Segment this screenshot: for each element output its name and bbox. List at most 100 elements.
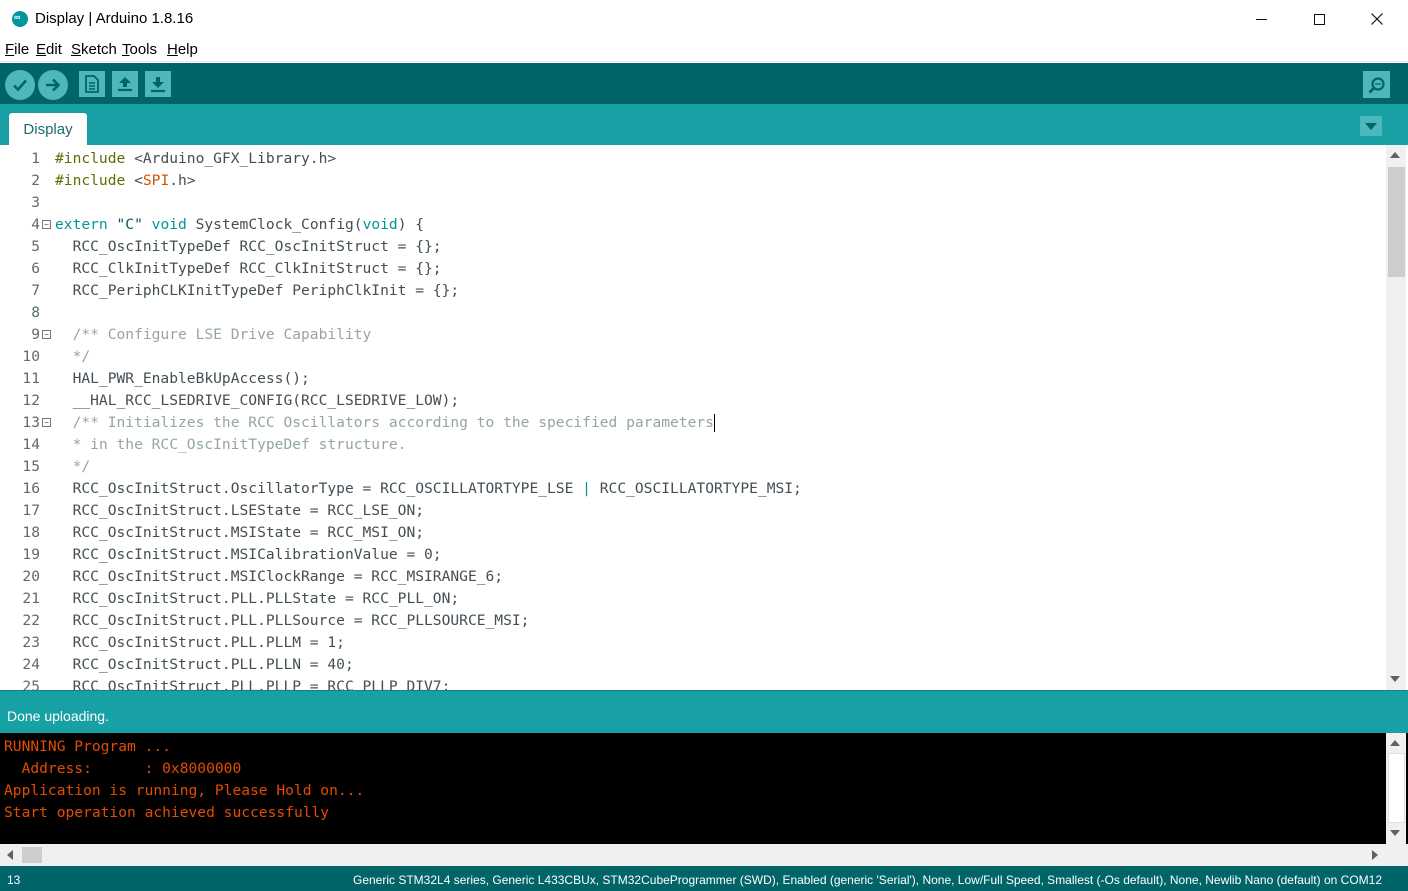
code-line[interactable]: RCC_OscInitStruct.OscillatorType = RCC_O… xyxy=(55,478,802,500)
line-number: 17 xyxy=(22,502,40,519)
code-token: RCC_OscInitStruct.PLL.PLLM = 1; xyxy=(55,634,345,651)
code-line[interactable]: * in the RCC_OscInitTypeDef structure. xyxy=(55,434,407,456)
serial-monitor-button[interactable] xyxy=(1363,71,1390,98)
close-icon xyxy=(1371,13,1383,25)
status-bar: Done uploading. xyxy=(0,690,1408,733)
verify-button[interactable] xyxy=(5,70,35,100)
text-caret xyxy=(713,414,715,432)
scroll-up-icon[interactable] xyxy=(1390,152,1400,158)
code-line[interactable]: /** Configure LSE Drive Capability xyxy=(55,324,372,346)
footer-bar: 13 Generic STM32L4 series, Generic L433C… xyxy=(0,866,1408,891)
close-button[interactable] xyxy=(1348,0,1406,38)
line-number: 21 xyxy=(22,590,40,607)
console-output[interactable]: RUNNING Program ... Address: : 0x8000000… xyxy=(0,733,1408,844)
code-line[interactable]: RCC_PeriphCLKInitTypeDef PeriphClkInit =… xyxy=(55,280,460,302)
code-token: void xyxy=(362,216,398,233)
line-number: 7 xyxy=(31,282,40,299)
code-line[interactable]: #include <SPI.h> xyxy=(55,170,196,192)
board-info: Generic STM32L4 series, Generic L433CBUx… xyxy=(352,873,1382,887)
tab-bar: Display xyxy=(0,104,1408,145)
code-token: RCC_OscInitStruct.PLL.PLLN = 40; xyxy=(55,656,354,673)
line-number-gutter: 1 2 3 4−5 6 7 8 9−10 11 12 13−14 15 16 17 18 19 20 21 22 23… xyxy=(0,145,54,690)
code-line[interactable]: RCC_OscInitStruct.PLL.PLLState = RCC_PLL… xyxy=(55,588,460,610)
code-token: #include xyxy=(55,172,126,189)
line-number: 25 xyxy=(22,678,40,690)
line-number: 8 xyxy=(31,304,40,321)
line-number: 14 xyxy=(22,436,40,453)
code-line[interactable]: RCC_OscInitStruct.PLL.PLLN = 40; xyxy=(55,654,354,676)
menu-file[interactable]: File xyxy=(5,41,29,58)
code-line[interactable]: RCC_OscInitStruct.PLL.PLLM = 1; xyxy=(55,632,345,654)
code-line[interactable]: extern "C" void SystemClock_Config(void)… xyxy=(55,214,424,236)
console-scroll-thumb[interactable] xyxy=(1388,753,1405,823)
code-editor[interactable]: 1 2 3 4−5 6 7 8 9−10 11 12 13−14 15 16 17 18 19 20 21 22 23… xyxy=(0,145,1408,690)
upload-button[interactable] xyxy=(38,70,68,100)
title-bar: ∞ Display | Arduino 1.8.16 xyxy=(0,0,1408,38)
tab-display[interactable]: Display xyxy=(9,113,87,145)
console-vertical-scrollbar[interactable] xyxy=(1386,733,1406,844)
scroll-down-icon[interactable] xyxy=(1390,676,1400,682)
code-token: */ xyxy=(55,348,91,365)
code-token: .h> xyxy=(169,172,196,189)
save-button[interactable] xyxy=(145,71,171,97)
chevron-down-icon xyxy=(1365,122,1377,130)
code-token: RCC_OscInitStruct.PLL.PLLSource = RCC_PL… xyxy=(55,612,530,629)
maximize-button[interactable] xyxy=(1290,0,1348,38)
verify-icon xyxy=(13,79,27,92)
arduino-logo-icon: ∞ xyxy=(12,11,28,27)
magnifier-icon xyxy=(1368,76,1385,93)
code-line[interactable]: RCC_OscInitTypeDef RCC_OscInitStruct = {… xyxy=(55,236,442,258)
code-token: RCC_OscInitStruct.LSEState = RCC_LSE_ON; xyxy=(55,502,425,519)
code-token: /** Configure LSE Drive Capability xyxy=(55,326,372,343)
minimize-button[interactable] xyxy=(1232,0,1290,38)
horizontal-scroll-thumb[interactable] xyxy=(22,847,42,863)
code-token: RCC_PeriphCLKInitTypeDef PeriphClkInit =… xyxy=(55,282,460,299)
code-area[interactable]: #include <Arduino_GFX_Library.h> #include… xyxy=(55,145,1385,690)
scroll-down-icon[interactable] xyxy=(1390,830,1400,836)
menu-tools[interactable]: Tools xyxy=(122,41,157,58)
code-line[interactable]: RCC_OscInitStruct.MSIClockRange = RCC_MS… xyxy=(55,566,504,588)
code-line[interactable]: RCC_OscInitStruct.MSIState = RCC_MSI_ON; xyxy=(55,522,424,544)
status-message: Done uploading. xyxy=(7,708,109,724)
code-line[interactable]: RCC_OscInitStruct.MSICalibrationValue = … xyxy=(55,544,442,566)
tab-menu-button[interactable] xyxy=(1360,116,1382,136)
code-token: RCC_OscInitTypeDef RCC_OscInitStruct = {… xyxy=(55,238,442,255)
fold-toggle-icon[interactable]: − xyxy=(42,418,51,427)
fold-toggle-icon[interactable]: − xyxy=(42,220,51,229)
new-button[interactable] xyxy=(79,71,105,97)
menu-help[interactable]: Help xyxy=(167,41,198,58)
line-number: 9 xyxy=(31,326,40,343)
open-button[interactable] xyxy=(112,71,138,97)
console-line: Address: : 0x8000000 xyxy=(4,760,242,777)
code-line[interactable]: HAL_PWR_EnableBkUpAccess(); xyxy=(55,368,310,390)
code-token: RCC_OscInitStruct.PLL.PLLState = RCC_PLL… xyxy=(55,590,460,607)
editor-scroll-thumb[interactable] xyxy=(1388,167,1405,277)
code-line[interactable]: /** Initializes the RCC Oscillators acco… xyxy=(55,412,715,434)
toolbar xyxy=(0,63,1408,104)
code-line[interactable]: RCC_OscInitStruct.LSEState = RCC_LSE_ON; xyxy=(55,500,424,522)
maximize-icon xyxy=(1313,13,1325,25)
menu-sketch[interactable]: Sketch xyxy=(71,41,117,58)
console-horizontal-scrollbar[interactable] xyxy=(0,844,1408,866)
code-token: <Arduino_GFX_Library.h> xyxy=(125,150,337,167)
code-line[interactable]: #include <Arduino_GFX_Library.h> xyxy=(55,148,336,170)
code-line[interactable]: */ xyxy=(55,456,91,478)
scroll-up-icon[interactable] xyxy=(1390,740,1400,746)
code-token: ) { xyxy=(397,216,425,233)
code-line[interactable]: RCC_OscInitStruct.PLL.PLLP = RCC_PLLP_DI… xyxy=(55,676,451,690)
scroll-right-icon[interactable] xyxy=(1372,850,1378,860)
line-number: 22 xyxy=(22,612,40,629)
menu-edit[interactable]: Edit xyxy=(36,41,62,58)
code-line[interactable]: __HAL_RCC_LSEDRIVE_CONFIG(RCC_LSEDRIVE_L… xyxy=(55,390,460,412)
line-number: 5 xyxy=(31,238,40,255)
scroll-left-icon[interactable] xyxy=(7,850,13,860)
code-line[interactable]: RCC_OscInitStruct.PLL.PLLSource = RCC_PL… xyxy=(55,610,530,632)
code-line[interactable]: */ xyxy=(55,346,91,368)
code-line[interactable]: RCC_ClkInitTypeDef RCC_ClkInitStruct = {… xyxy=(55,258,442,280)
editor-vertical-scrollbar[interactable] xyxy=(1386,145,1406,690)
fold-toggle-icon[interactable]: − xyxy=(42,330,51,339)
line-number: 12 xyxy=(22,392,40,409)
console-line: Application is running, Please Hold on..… xyxy=(4,782,365,799)
line-number: 13 xyxy=(22,414,40,431)
